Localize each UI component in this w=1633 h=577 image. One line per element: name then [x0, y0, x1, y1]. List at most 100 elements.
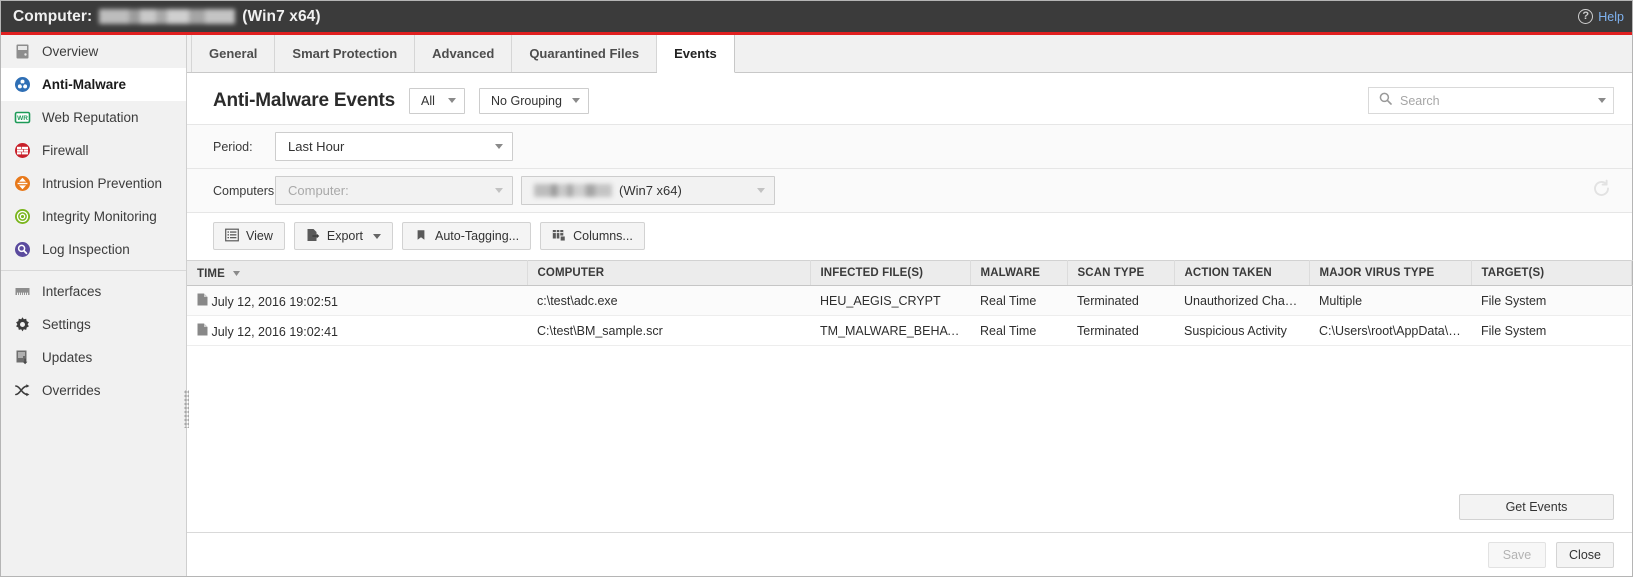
column-header-targets[interactable]: TARGET(S): [1471, 261, 1631, 286]
chevron-down-icon: [572, 98, 580, 103]
column-header-malware[interactable]: MALWARE: [970, 261, 1067, 286]
cell-scan-type: Real Time: [970, 316, 1067, 346]
table-header-row: TIME COMPUTER INFECTED FILE(S) MALWARE S…: [187, 261, 1632, 286]
sidebar-item-web-reputation[interactable]: WR Web Reputation: [1, 101, 186, 134]
sidebar-item-label: Interfaces: [42, 284, 101, 299]
computer-name-dropdown[interactable]: (Win7 x64): [521, 176, 775, 205]
title-suffix: (Win7 x64): [242, 8, 320, 26]
help-label: Help: [1598, 10, 1624, 24]
column-header-scan-type[interactable]: SCAN TYPE: [1067, 261, 1174, 286]
help-link[interactable]: ? Help: [1578, 9, 1624, 24]
period-value: Last Hour: [288, 139, 344, 154]
chevron-down-icon: [495, 188, 503, 193]
columns-button[interactable]: Columns...: [540, 222, 645, 250]
events-panel: Anti-Malware Events All No Grouping Sea: [187, 73, 1632, 532]
gear-icon: [14, 316, 31, 333]
cell-targets: C:\Users\root\AppData\R...: [1309, 316, 1471, 346]
column-header-time[interactable]: TIME: [187, 261, 527, 286]
get-events-button[interactable]: Get Events: [1459, 494, 1614, 520]
cell-target-type: File System: [1471, 316, 1631, 346]
sidebar-item-label: Log Inspection: [42, 242, 130, 257]
export-page-icon: [306, 228, 320, 245]
cell-infected-files: C:\test\BM_sample.scr: [527, 316, 810, 346]
cell-target-type: File System: [1471, 286, 1631, 316]
tab-strip: General Smart Protection Advanced Quaran…: [187, 35, 1632, 73]
panel-header: Anti-Malware Events All No Grouping Sea: [187, 73, 1632, 124]
column-header-major-virus-type[interactable]: MAJOR VIRUS TYPE: [1309, 261, 1471, 286]
sidebar-item-overview[interactable]: Overview: [1, 35, 186, 68]
period-dropdown[interactable]: Last Hour: [275, 132, 513, 161]
sidebar-item-updates[interactable]: Updates: [1, 341, 186, 374]
period-label: Period:: [213, 140, 275, 154]
export-button[interactable]: Export: [294, 222, 393, 250]
sidebar-item-label: Settings: [42, 317, 91, 332]
dialog-footer: Save Close: [187, 532, 1632, 576]
table-row[interactable]: July 12, 2016 19:02:51 (Win7 x64) c: [187, 286, 1632, 316]
chevron-down-icon[interactable]: [373, 234, 381, 239]
cell-major-virus-type: Unauthorized Change: [1174, 286, 1309, 316]
window-title: Computer: (Win7 x64): [13, 8, 321, 26]
column-header-infected-files[interactable]: INFECTED FILE(S): [810, 261, 970, 286]
sidebar-item-log-inspection[interactable]: Log Inspection: [1, 233, 186, 266]
sidebar-item-label: Integrity Monitoring: [42, 209, 157, 224]
chevron-down-icon: [757, 188, 765, 193]
search-input[interactable]: Search: [1400, 94, 1590, 108]
period-filter-row: Period: Last Hour: [187, 124, 1632, 168]
biohazard-icon: [14, 76, 31, 93]
page-title: Anti-Malware Events: [213, 90, 395, 112]
arrows-vertical-icon: [14, 175, 31, 192]
cell-time: July 12, 2016 19:02:51: [187, 286, 527, 316]
cell-time: July 12, 2016 19:02:41: [187, 316, 527, 346]
sidebar-item-integrity-monitoring[interactable]: Integrity Monitoring: [1, 200, 186, 233]
auto-tagging-button[interactable]: Auto-Tagging...: [402, 222, 531, 250]
scope-filter-dropdown[interactable]: All: [409, 88, 465, 114]
tab-advanced[interactable]: Advanced: [415, 35, 512, 72]
refresh-icon[interactable]: [1591, 178, 1612, 204]
computers-filter-row: Computers: Computer: (Win7 x64): [187, 168, 1632, 212]
redacted-computer-name: [99, 9, 235, 24]
title-bar: Computer: (Win7 x64) ? Help: [1, 1, 1632, 32]
view-button[interactable]: View: [213, 222, 285, 250]
download-page-icon: [14, 349, 31, 366]
save-button[interactable]: Save: [1488, 542, 1546, 568]
sidebar-item-overrides[interactable]: Overrides: [1, 374, 186, 407]
cell-action-taken: Terminated: [1067, 316, 1174, 346]
main-pane: General Smart Protection Advanced Quaran…: [187, 35, 1632, 576]
svg-text:WR: WR: [17, 115, 28, 122]
grouping-filter-value: No Grouping: [491, 94, 562, 108]
sidebar-item-intrusion-prevention[interactable]: Intrusion Prevention: [1, 167, 186, 200]
sidebar-item-interfaces[interactable]: Interfaces: [1, 275, 186, 308]
grouping-filter-dropdown[interactable]: No Grouping: [479, 88, 589, 114]
sidebar-item-label: Overrides: [42, 383, 101, 398]
time-value: July 12, 2016 19:02:51: [211, 295, 338, 309]
sidebar-item-settings[interactable]: Settings: [1, 308, 186, 341]
cell-targets: Multiple: [1309, 286, 1471, 316]
view-label: View: [246, 229, 273, 243]
chevron-down-icon[interactable]: [1598, 98, 1606, 103]
computer-scope-placeholder: Computer:: [288, 183, 349, 198]
tab-quarantined-files[interactable]: Quarantined Files: [512, 35, 657, 72]
wr-badge-icon: WR: [14, 109, 31, 126]
chevron-down-icon: [448, 98, 456, 103]
tag-icon: [414, 228, 428, 245]
column-header-computer[interactable]: COMPUTER: [527, 261, 810, 286]
file-icon: [197, 325, 211, 339]
search-box[interactable]: Search: [1368, 87, 1614, 114]
sidebar-item-firewall[interactable]: Firewall: [1, 134, 186, 167]
auto-tagging-label: Auto-Tagging...: [435, 229, 519, 243]
computers-label: Computers:: [213, 184, 275, 198]
tab-general[interactable]: General: [191, 35, 275, 72]
close-button[interactable]: Close: [1556, 542, 1614, 568]
table-row[interactable]: July 12, 2016 19:02:41 10.201.119.211 (W…: [187, 316, 1632, 346]
cell-infected-files: c:\test\adc.exe: [527, 286, 810, 316]
target-ring-icon: [14, 208, 31, 225]
computer-scope-dropdown[interactable]: Computer:: [275, 176, 513, 205]
question-circle-icon: ?: [1578, 9, 1593, 24]
sidebar-item-label: Overview: [42, 44, 98, 59]
sidebar: Overview Anti-Malware WR Web Reputation …: [1, 35, 187, 576]
tab-smart-protection[interactable]: Smart Protection: [275, 35, 415, 72]
sidebar-item-anti-malware[interactable]: Anti-Malware: [1, 68, 186, 101]
redacted-computer-name: [534, 184, 612, 197]
column-header-action-taken[interactable]: ACTION TAKEN: [1174, 261, 1309, 286]
tab-events[interactable]: Events: [657, 35, 735, 73]
